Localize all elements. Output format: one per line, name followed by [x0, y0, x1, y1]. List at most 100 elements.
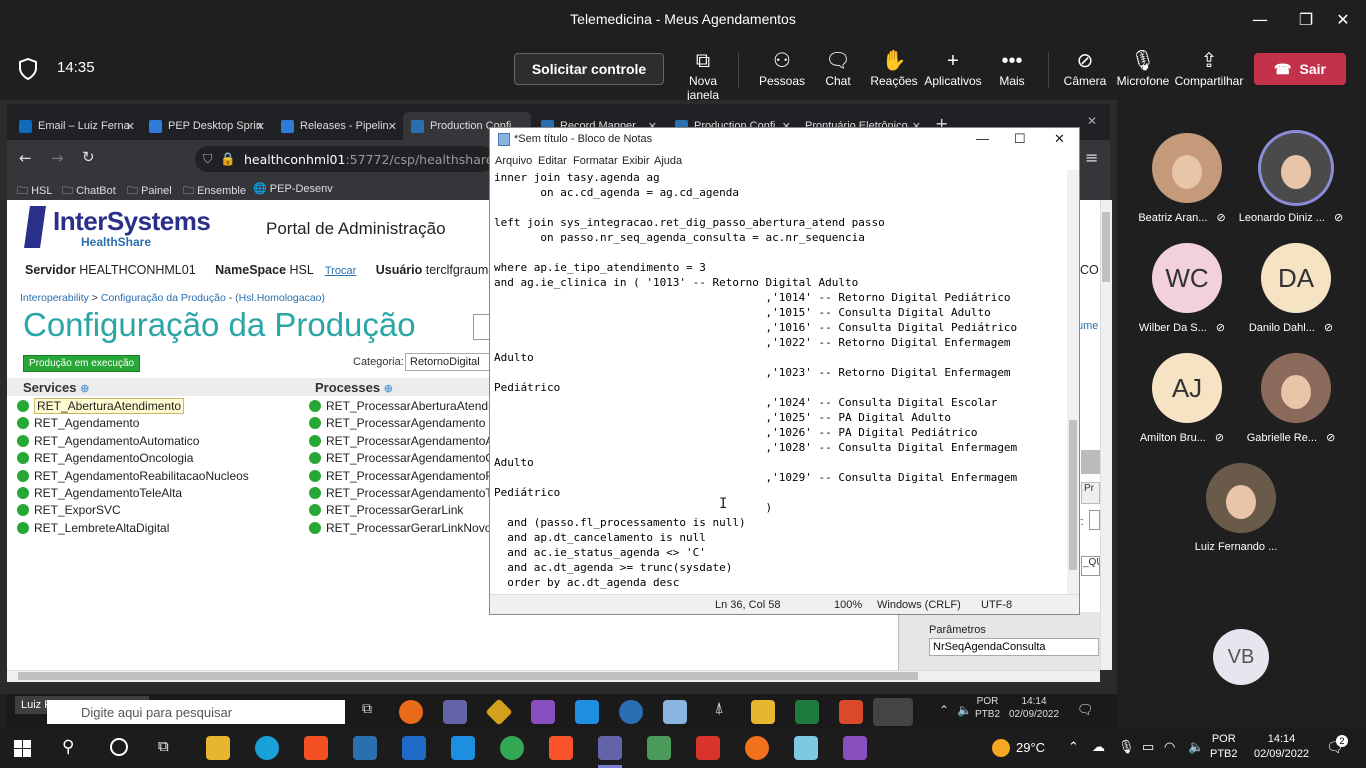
participant-avatar[interactable]	[1206, 463, 1276, 533]
battery-icon[interactable]: ▭	[1142, 739, 1154, 755]
participant-avatar[interactable]	[1261, 353, 1331, 423]
service-item[interactable]: RET_AgendamentoOncologia	[17, 450, 193, 466]
process-item[interactable]: RET_ProcessarGerarLinkNovo	[309, 520, 489, 536]
app-icon[interactable]	[794, 736, 818, 760]
more-button[interactable]: ••• Mais	[982, 48, 1042, 94]
app-icon[interactable]	[696, 736, 720, 760]
menu-editar[interactable]: Editar	[538, 155, 567, 167]
params-input[interactable]: NrSeqAgendaConsulta	[929, 638, 1099, 656]
service-item[interactable]: RET_LembreteAltaDigital	[17, 520, 169, 536]
participant-avatar[interactable]: AJ	[1152, 353, 1222, 423]
weather-temp[interactable]: 29°C	[1016, 740, 1045, 755]
leave-button[interactable]: ☎ Sair	[1254, 53, 1346, 85]
tray-chevron-icon[interactable]: ⌃	[1068, 739, 1079, 755]
service-item[interactable]: RET_AgendamentoAutomatico	[17, 433, 199, 449]
add-icon[interactable]: ⊕	[80, 383, 89, 395]
category-select[interactable]: RetornoDigital	[405, 353, 495, 371]
task-view-icon[interactable]: ⧉	[355, 700, 379, 724]
address-bar[interactable]: ⛉ 🔒 healthconhml01:57772/csp/healthshare…	[195, 146, 495, 172]
process-item[interactable]: RET_ProcessarAgendamentoAu	[309, 433, 489, 449]
network-icon[interactable]: ☁	[1092, 739, 1105, 755]
windows-start-icon[interactable]	[14, 740, 31, 757]
forward-icon[interactable]: →	[51, 149, 64, 167]
add-icon[interactable]: ⊕	[384, 383, 393, 395]
task-view-icon[interactable]: ⧉	[158, 738, 169, 755]
close-tab-icon[interactable]: ✕	[126, 120, 135, 133]
scrollbar-thumb[interactable]	[1069, 420, 1077, 570]
database-icon[interactable]	[663, 700, 687, 724]
participant-avatar[interactable]	[1152, 133, 1222, 203]
postman-icon[interactable]	[745, 736, 769, 760]
mail-icon[interactable]	[402, 736, 426, 760]
brave-icon[interactable]	[549, 736, 573, 760]
maximize-icon[interactable]: ☐	[1014, 131, 1026, 147]
apps-button[interactable]: + Aplicativos	[922, 48, 984, 94]
file-explorer-icon[interactable]	[206, 736, 230, 760]
process-item[interactable]: RET_ProcessarAgendamentoR	[309, 468, 489, 484]
minimize-icon[interactable]: —	[976, 131, 989, 146]
notepad-scrollbar[interactable]	[1067, 170, 1079, 594]
menu-exibir[interactable]: Exibir	[622, 155, 650, 167]
share-button[interactable]: ⇪ Compartilhar	[1173, 48, 1245, 94]
visual-studio-icon[interactable]	[531, 700, 555, 724]
weather-icon[interactable]	[992, 739, 1010, 757]
service-item[interactable]: RET_AberturaAtendimento	[17, 398, 185, 414]
bookmark-ensemble[interactable]: 🗀 Ensemble	[183, 182, 246, 201]
close-tab-icon[interactable]: ✕	[388, 120, 397, 133]
notepad-text-area[interactable]: inner join tasy.agenda ag on ac.cd_agend…	[494, 170, 1056, 590]
firefox-icon[interactable]	[399, 700, 423, 724]
browser-tab[interactable]: Email – Luiz Ferna ✕	[11, 112, 139, 140]
participant-avatar[interactable]: WC	[1152, 243, 1222, 313]
clock[interactable]: 14:14 02/09/2022	[1254, 732, 1309, 762]
store-icon[interactable]	[304, 736, 328, 760]
cortana-icon[interactable]	[110, 738, 128, 756]
service-item[interactable]: RET_AgendamentoTeleAlta	[17, 485, 182, 501]
taskbar-search[interactable]: Digite aqui para pesquisar	[47, 700, 345, 724]
camera-button[interactable]: ⊘ Câmera	[1055, 48, 1115, 94]
tray-chevron-icon[interactable]: ⌃	[939, 703, 949, 717]
app-icon[interactable]	[647, 736, 671, 760]
volume-icon[interactable]: 🔈	[1188, 739, 1204, 755]
search-icon[interactable]: ⚲	[62, 737, 74, 757]
browser-close-icon[interactable]: ✕	[1087, 114, 1097, 128]
browser-tab[interactable]: Releases - Pipelin ✕	[273, 112, 401, 140]
bookmark-hsl[interactable]: 🗀 HSL	[17, 182, 52, 201]
app-active-icon[interactable]	[873, 698, 913, 726]
close-icon[interactable]: ✕	[1054, 131, 1065, 147]
service-item[interactable]: RET_ExporSVC	[17, 502, 121, 518]
git-icon[interactable]	[485, 698, 513, 726]
participant-avatar[interactable]: DA	[1261, 243, 1331, 313]
close-tab-icon[interactable]: ✕	[256, 120, 265, 133]
scrollbar-thumb[interactable]	[18, 672, 918, 680]
menu-arquivo[interactable]: Arquivo	[495, 155, 532, 167]
notification-icon[interactable]: 🗨	[1077, 702, 1094, 718]
clock[interactable]: 14:14 02/09/2022	[1009, 695, 1059, 721]
browser-tab[interactable]: PEP Desktop Sprin ✕	[141, 112, 269, 140]
bookmark-painel[interactable]: 🗀 Painel	[127, 182, 172, 201]
reload-icon[interactable]: ↻	[82, 148, 95, 166]
input-language[interactable]: POR PTB2	[975, 695, 1000, 721]
reactions-button[interactable]: ✋ Reações	[864, 48, 924, 94]
teams-icon[interactable]	[443, 700, 467, 724]
switch-namespace-link[interactable]: Trocar	[325, 265, 356, 277]
microphone-button[interactable]: 🎙 Microfone	[1113, 48, 1173, 94]
app-icon[interactable]	[353, 736, 377, 760]
mic-icon[interactable]: 🎙	[1118, 739, 1135, 755]
service-item[interactable]: RET_AgendamentoReabilitacaoNucleos	[17, 468, 249, 484]
menu-formatar[interactable]: Formatar	[573, 155, 618, 167]
back-icon[interactable]: ←	[19, 149, 32, 167]
menu-icon[interactable]: ≡	[1085, 148, 1098, 167]
app-icon[interactable]: ⍋	[707, 700, 731, 724]
app-icon[interactable]	[839, 700, 863, 724]
vscode-icon[interactable]	[451, 736, 475, 760]
new-window-button[interactable]: ⧉ Nova janela	[673, 48, 733, 102]
wifi-icon[interactable]: ◠	[1164, 739, 1175, 755]
process-item[interactable]: RET_ProcessarAgendamentoTe	[309, 485, 489, 501]
scrollbar-thumb[interactable]	[1102, 212, 1110, 282]
participant-avatar[interactable]	[1261, 133, 1331, 203]
bookmark-chatbot[interactable]: 🗀 ChatBot	[62, 182, 116, 201]
input-language[interactable]: POR PTB2	[1210, 732, 1238, 762]
menu-ajuda[interactable]: Ajuda	[654, 155, 682, 167]
app-icon[interactable]	[619, 700, 643, 724]
file-explorer-icon[interactable]	[751, 700, 775, 724]
